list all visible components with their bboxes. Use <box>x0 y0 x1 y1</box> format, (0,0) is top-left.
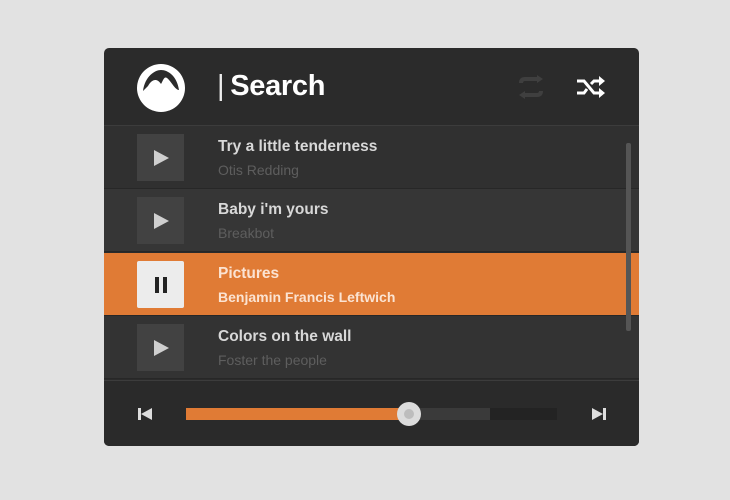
next-icon[interactable] <box>590 405 608 423</box>
player-controls <box>104 380 639 446</box>
player-header: | Search <box>104 48 639 126</box>
track-artist: Otis Redding <box>218 162 299 178</box>
track-row[interactable]: Baby i'm yours Breakbot <box>104 189 639 252</box>
grooveshark-logo <box>137 64 185 112</box>
page-title: | Search <box>217 70 326 102</box>
play-icon <box>153 149 169 166</box>
pause-icon <box>154 276 167 293</box>
track-row[interactable]: Try a little tenderness Otis Redding <box>104 126 639 189</box>
track-title: Baby i'm yours <box>218 201 329 218</box>
play-icon <box>153 212 169 229</box>
track-title: Pictures <box>218 265 280 282</box>
pause-button[interactable] <box>137 261 184 308</box>
track-artist: Foster the people <box>218 352 327 368</box>
previous-icon[interactable] <box>136 405 154 423</box>
repeat-icon[interactable] <box>516 74 546 100</box>
progress-thumb[interactable] <box>396 402 421 426</box>
track-row-playing[interactable]: Pictures Benjamin Francis Leftwich <box>104 253 639 316</box>
track-artist: Benjamin Francis Leftwich <box>218 289 396 305</box>
play-button[interactable] <box>137 197 184 244</box>
track-list: Try a little tenderness Otis Redding Bab… <box>104 126 639 380</box>
play-icon <box>153 339 169 356</box>
played-bar <box>186 408 409 420</box>
shuffle-icon[interactable] <box>576 74 606 100</box>
scrollbar[interactable] <box>626 143 631 331</box>
track-title: Try a little tenderness <box>218 138 378 155</box>
title-text: Search <box>230 70 326 102</box>
track-row[interactable]: Colors on the wall Foster the people <box>104 316 639 379</box>
progress-bar[interactable] <box>186 402 557 426</box>
play-button[interactable] <box>137 324 184 371</box>
track-artist: Breakbot <box>218 225 275 241</box>
play-button[interactable] <box>137 134 184 181</box>
track-title: Colors on the wall <box>218 328 352 345</box>
music-player: | Search Try a little tenderness Otis Red… <box>104 48 639 446</box>
